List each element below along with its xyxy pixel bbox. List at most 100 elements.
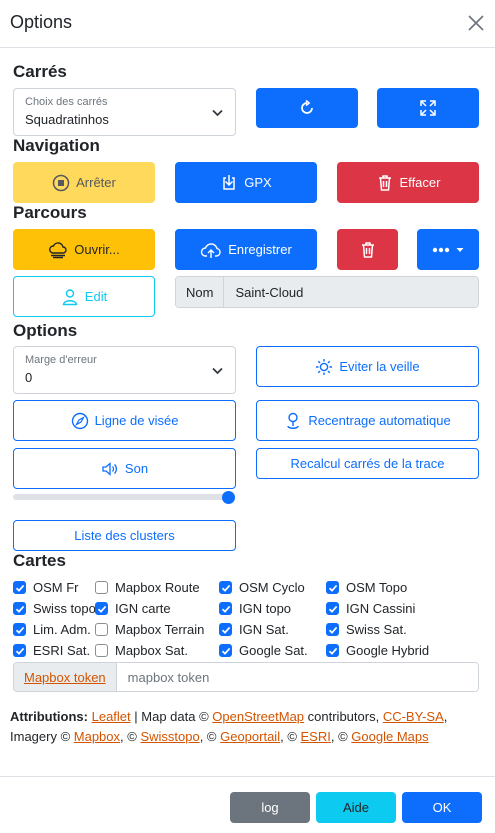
map-layer-label: OSM Cyclo bbox=[239, 580, 305, 595]
map-layer-label: IGN Sat. bbox=[239, 622, 289, 637]
save-route-label: Enregistrer bbox=[228, 242, 292, 257]
map-layer-checkbox[interactable]: Swiss Sat. bbox=[326, 622, 407, 637]
prevent-sleep-button[interactable]: Eviter la veille bbox=[256, 346, 479, 387]
section-title-parcours: Parcours bbox=[13, 203, 87, 222]
volume-slider-track[interactable] bbox=[13, 494, 229, 500]
recalc-squares-button[interactable]: Recalcul carrés de la trace bbox=[256, 448, 479, 479]
refresh-icon bbox=[301, 99, 313, 114]
gpx-button[interactable]: GPX bbox=[175, 162, 317, 203]
stop-navigation-label: Arrêter bbox=[76, 175, 116, 190]
map-layer-label: OSM Topo bbox=[346, 580, 408, 595]
ok-button[interactable]: OK bbox=[402, 792, 482, 823]
mapbox-token-link[interactable]: Mapbox token bbox=[24, 670, 106, 685]
mapbox-token-input[interactable]: mapbox token bbox=[116, 663, 478, 691]
openstreetmap-link[interactable]: OpenStreetMap bbox=[212, 709, 304, 724]
checkbox-checked[interactable] bbox=[13, 581, 26, 594]
sound-label: Son bbox=[124, 461, 149, 476]
attribution-text: , © bbox=[330, 728, 352, 744]
stop-navigation-button[interactable]: Arrêter bbox=[13, 162, 155, 203]
log-button[interactable]: log bbox=[230, 792, 310, 823]
map-layer-checkbox[interactable]: Mapbox Route bbox=[95, 580, 200, 595]
dialog-title: Options bbox=[10, 12, 73, 32]
checkbox-checked[interactable] bbox=[326, 623, 339, 636]
map-layer-checkbox[interactable]: IGN Cassini bbox=[326, 601, 415, 616]
map-layer-label: Swiss Sat. bbox=[346, 622, 407, 637]
checkbox-checked[interactable] bbox=[219, 602, 232, 615]
clear-navigation-label: Effacer bbox=[399, 175, 441, 190]
checkbox-checked[interactable] bbox=[326, 644, 339, 657]
save-route-button[interactable]: Enregistrer bbox=[175, 229, 317, 270]
mapbox-link[interactable]: Mapbox bbox=[74, 729, 120, 744]
route-name-field[interactable]: Saint-Cloud bbox=[224, 277, 478, 307]
checkbox-checked[interactable] bbox=[13, 602, 26, 615]
map-layer-checkbox[interactable]: IGN topo bbox=[219, 601, 291, 616]
expand-icon bbox=[420, 100, 436, 116]
fullscreen-button[interactable] bbox=[377, 88, 479, 128]
map-layer-checkbox[interactable]: OSM Topo bbox=[326, 580, 407, 595]
map-layer-checkbox[interactable]: IGN Sat. bbox=[219, 622, 289, 637]
google-maps-link[interactable]: Google Maps bbox=[351, 729, 428, 744]
map-layer-checkbox[interactable]: Google Hybrid bbox=[326, 643, 429, 658]
volume-slider-thumb[interactable] bbox=[222, 491, 235, 504]
auto-recenter-button[interactable]: Recentrage automatique bbox=[256, 400, 479, 441]
route-name-group: Nom Saint-Cloud bbox=[175, 276, 479, 308]
close-icon[interactable] bbox=[465, 12, 487, 34]
checkbox-checked[interactable] bbox=[326, 602, 339, 615]
map-layer-checkbox[interactable]: OSM Cyclo bbox=[219, 580, 305, 595]
map-layer-label: ESRI Sat. bbox=[33, 643, 91, 658]
checkbox-unchecked[interactable] bbox=[95, 644, 108, 657]
section-title-options: Options bbox=[13, 321, 78, 340]
map-layer-checkbox[interactable]: Mapbox Terrain bbox=[95, 622, 204, 637]
open-route-button[interactable]: Ouvrir... bbox=[13, 229, 155, 270]
attribution-text: , © bbox=[199, 728, 221, 744]
geoportail-link[interactable]: Geoportail bbox=[220, 729, 280, 744]
checkbox-unchecked[interactable] bbox=[95, 623, 108, 636]
checkbox-unchecked[interactable] bbox=[95, 581, 108, 594]
map-layer-checkbox[interactable]: OSM Fr bbox=[13, 580, 79, 595]
map-layer-checkbox[interactable]: IGN carte bbox=[95, 601, 171, 616]
edit-route-label: Edit bbox=[84, 289, 108, 304]
squares-select[interactable]: Choix des carrés Squadratinhos bbox=[13, 88, 236, 136]
map-layer-checkbox[interactable]: Mapbox Sat. bbox=[95, 643, 188, 658]
checkbox-checked[interactable] bbox=[219, 623, 232, 636]
sightline-button[interactable]: Ligne de visée bbox=[13, 400, 236, 441]
checkbox-checked[interactable] bbox=[13, 644, 26, 657]
gpx-label: GPX bbox=[244, 175, 272, 190]
dialog-footer: log Aide OK bbox=[0, 776, 495, 833]
checkbox-checked[interactable] bbox=[219, 581, 232, 594]
cluster-list-label: Liste des clusters bbox=[74, 528, 175, 543]
map-layer-label: Mapbox Terrain bbox=[115, 622, 205, 637]
map-layer-checkbox[interactable]: Swiss topo bbox=[13, 601, 96, 616]
section-title-cartes: Cartes bbox=[13, 551, 66, 570]
clear-navigation-button[interactable]: Effacer bbox=[337, 162, 479, 203]
checkbox-checked[interactable] bbox=[219, 644, 232, 657]
map-pin-icon bbox=[287, 412, 300, 429]
refresh-button[interactable] bbox=[256, 88, 358, 128]
esri-link[interactable]: ESRI bbox=[301, 729, 331, 744]
checkbox-checked[interactable] bbox=[326, 581, 339, 594]
map-layer-checkbox[interactable]: Google Sat. bbox=[219, 643, 308, 658]
error-margin-select[interactable]: Marge d'erreur 0 bbox=[13, 346, 236, 394]
help-button[interactable]: Aide bbox=[316, 792, 396, 823]
stop-circle-icon bbox=[52, 174, 70, 191]
map-layer-checkbox[interactable]: ESRI Sat. bbox=[13, 643, 90, 658]
cluster-list-button[interactable]: Liste des clusters bbox=[13, 520, 236, 551]
map-layer-label: OSM Fr bbox=[33, 580, 79, 595]
sound-button[interactable]: Son bbox=[13, 448, 236, 489]
squares-select-value: Squadratinhos bbox=[25, 112, 109, 127]
dialog-header: Options bbox=[0, 0, 495, 48]
delete-route-button[interactable] bbox=[337, 229, 398, 270]
sun-icon bbox=[316, 358, 333, 375]
more-options-dropdown-button[interactable] bbox=[417, 229, 479, 270]
swisstopo-link[interactable]: Swisstopo bbox=[140, 729, 199, 744]
checkbox-checked[interactable] bbox=[13, 623, 26, 636]
map-layer-checkbox[interactable]: Lim. Adm. bbox=[13, 622, 91, 637]
checkbox-checked[interactable] bbox=[95, 602, 108, 615]
leaflet-link[interactable]: Leaflet bbox=[92, 709, 131, 724]
map-layer-label: IGN Cassini bbox=[346, 601, 416, 616]
chevron-down-icon bbox=[212, 367, 223, 375]
edit-route-button[interactable]: Edit bbox=[13, 276, 155, 317]
cloud-icon bbox=[49, 241, 67, 258]
help-label: Aide bbox=[342, 800, 370, 815]
cc-by-sa-link[interactable]: CC-BY-SA bbox=[383, 709, 444, 724]
